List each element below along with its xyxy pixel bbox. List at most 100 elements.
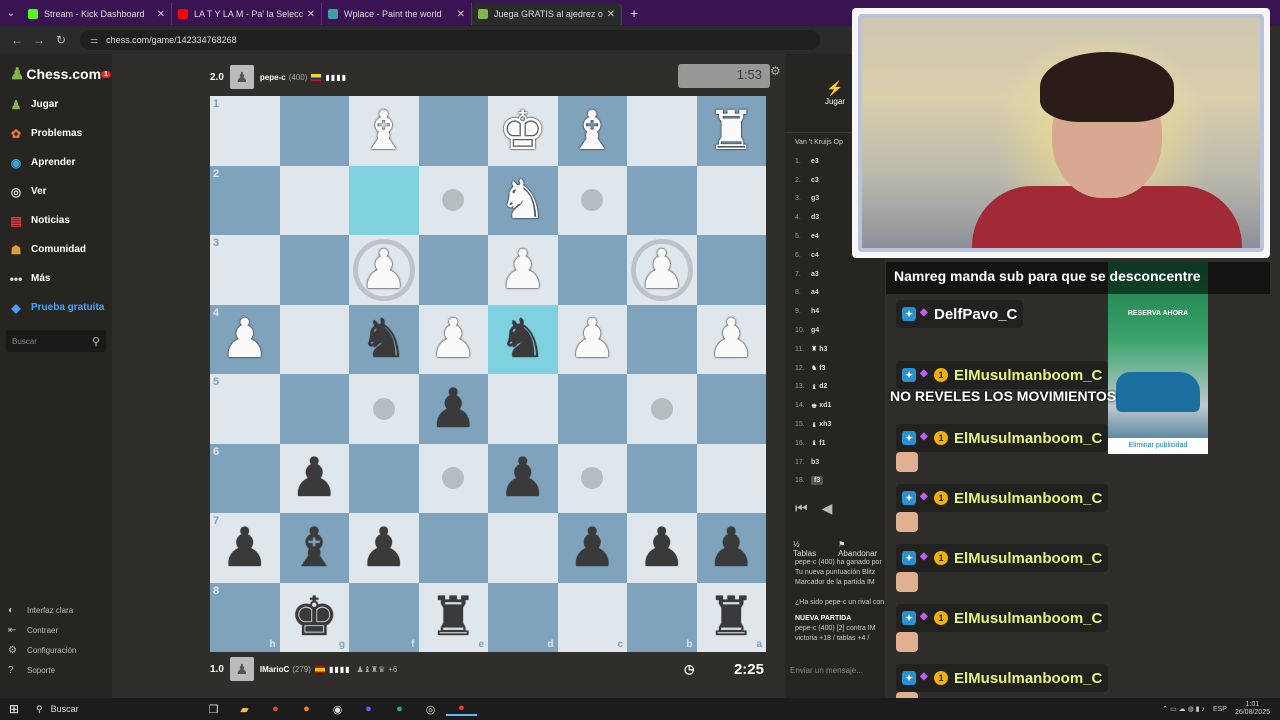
board-square[interactable]: ♜ <box>696 96 766 166</box>
forward-icon[interactable]: → <box>28 33 50 47</box>
board-square[interactable]: ♟ <box>696 513 766 583</box>
first-move-icon[interactable]: ⏮ <box>795 500 808 517</box>
taskbar-search[interactable]: ⚲ Buscar <box>28 704 198 715</box>
board-square[interactable] <box>627 374 697 444</box>
board-square[interactable] <box>349 165 419 235</box>
board-square[interactable] <box>696 443 766 513</box>
board-square[interactable]: e ♜ <box>418 582 488 652</box>
chat-username[interactable]: ElMusulmanboom_C <box>954 367 1102 384</box>
board-square[interactable] <box>418 235 488 305</box>
board-square[interactable] <box>279 96 349 166</box>
white-rook-piece[interactable]: ♜ <box>707 103 755 158</box>
board-square[interactable] <box>418 513 488 583</box>
board-square[interactable]: a ♜ <box>696 582 766 652</box>
chrome-active-icon[interactable]: ● <box>446 702 477 716</box>
black-pawn-piece[interactable]: ♟ <box>360 520 408 575</box>
chat-username[interactable]: ElMusulmanboom_C <box>954 670 1102 687</box>
chat-username[interactable]: ElMusulmanboom_C <box>954 550 1102 567</box>
board-square[interactable]: ♞ <box>349 304 419 374</box>
board-square[interactable]: ♝ <box>557 96 627 166</box>
move-row[interactable]: 13. ♝ d2 <box>785 378 885 397</box>
reload-icon[interactable]: ↻ <box>50 33 72 47</box>
browser-tab[interactable]: Juega GRATIS al ajedrez online ✕ <box>472 3 622 25</box>
sidebar-item-comunidad[interactable]: ☗ Comunidad <box>0 235 112 264</box>
board-square[interactable]: 6 <box>210 443 280 513</box>
board-square[interactable] <box>418 443 488 513</box>
move-row[interactable]: 14. ♚ xd1 <box>785 396 885 415</box>
move-row[interactable]: 12. ♞ f3 <box>785 359 885 378</box>
obs-icon[interactable]: ◉ <box>322 703 353 716</box>
task-view-icon[interactable]: ❐ <box>198 703 229 716</box>
move-row[interactable]: 7. a3 <box>785 265 885 284</box>
browser-icon[interactable]: ● <box>291 703 322 715</box>
sidebar-bottom-link[interactable]: ⚙ Configuración <box>0 640 112 660</box>
black-knight-piece[interactable]: ♞ <box>360 312 408 366</box>
board-square[interactable] <box>349 374 419 444</box>
sidebar-item-problemas[interactable]: ✿ Problemas <box>0 119 112 148</box>
board-square[interactable]: 5 <box>210 374 280 444</box>
board-square[interactable] <box>557 165 627 235</box>
board-square[interactable]: ♟ <box>418 304 488 374</box>
board-square[interactable]: ♟ <box>696 304 766 374</box>
board-square[interactable] <box>627 165 697 235</box>
black-pawn-piece[interactable]: ♟ <box>638 520 686 575</box>
prev-move-icon[interactable]: ◀ <box>822 500 833 517</box>
board-square[interactable] <box>557 235 627 305</box>
discord-icon[interactable]: ● <box>353 703 384 715</box>
bottom-player-avatar[interactable]: ♟ <box>229 657 254 681</box>
board-square[interactable]: ♟ <box>557 304 627 374</box>
board-square[interactable] <box>488 513 558 583</box>
white-pawn-piece[interactable]: ♟ <box>499 242 547 297</box>
move-hint-dot[interactable] <box>581 189 604 212</box>
tab-search-icon[interactable]: ⌄ <box>0 8 22 19</box>
top-player-avatar[interactable]: ♟ <box>229 65 254 89</box>
board-square[interactable]: ♟ <box>627 513 697 583</box>
file-explorer-icon[interactable]: ▰ <box>229 703 260 716</box>
move-row[interactable]: 16. ♝ f1 <box>785 434 885 453</box>
board-square[interactable]: ♟ <box>349 513 419 583</box>
chat-username[interactable]: ElMusulmanboom_C <box>954 610 1102 627</box>
chat-username[interactable]: ElMusulmanboom_C <box>954 490 1102 507</box>
move-row[interactable]: 9. h4 <box>785 302 885 321</box>
move-row[interactable]: 10. g4 <box>785 321 885 340</box>
board-square[interactable] <box>627 443 697 513</box>
url-field[interactable]: ⚌ chess.com/game/142334768268 <box>80 30 820 50</box>
white-pawn-piece[interactable]: ♟ <box>429 312 477 366</box>
white-knight-piece[interactable]: ♞ <box>499 173 547 227</box>
board-square[interactable] <box>279 374 349 444</box>
search-icon[interactable]: ⚲ <box>92 335 100 348</box>
board-square[interactable]: ♟ <box>557 513 627 583</box>
move-hint-dot[interactable] <box>372 397 395 420</box>
board-square[interactable]: ♞ <box>488 304 558 374</box>
new-tab-button[interactable]: + <box>622 5 646 21</box>
black-pawn-piece[interactable]: ♟ <box>221 520 269 575</box>
sidebar-item-más[interactable]: ••• Más <box>0 264 112 293</box>
tab-close-icon[interactable]: ✕ <box>607 9 615 20</box>
board-square[interactable]: 2 <box>210 165 280 235</box>
chess-logo[interactable]: ♟ Chess.com 1 <box>0 54 112 90</box>
board-square[interactable] <box>696 374 766 444</box>
gear-icon[interactable]: ⚙ <box>770 64 781 78</box>
sidebar-item-trial[interactable]: ◆ Prueba gratuita <box>0 293 112 322</box>
board-square[interactable]: 8h <box>210 582 280 652</box>
sidebar-bottom-link[interactable]: ? Soporte <box>0 660 112 680</box>
board-square[interactable] <box>488 374 558 444</box>
draw-button[interactable]: ½ Tablas <box>793 540 824 558</box>
black-pawn-piece[interactable]: ♟ <box>429 381 477 436</box>
language-indicator[interactable]: ESP <box>1213 706 1227 713</box>
board-square[interactable]: ♚ <box>488 96 558 166</box>
tab-close-icon[interactable]: ✕ <box>157 9 165 20</box>
tab-close-icon[interactable]: ✕ <box>307 9 315 20</box>
chat-username[interactable]: DelfPavo_C <box>934 306 1017 323</box>
sidebar-item-jugar[interactable]: ♟ Jugar <box>0 90 112 119</box>
back-icon[interactable]: ← <box>6 33 28 47</box>
board-square[interactable]: ♟ <box>418 374 488 444</box>
board-square[interactable] <box>557 374 627 444</box>
remove-ads-link[interactable]: Eliminar publicidad <box>1108 438 1208 454</box>
sidebar-item-aprender[interactable]: ◉ Aprender <box>0 148 112 177</box>
browser-tab[interactable]: Stream - Kick Dashboard ✕ <box>22 3 172 25</box>
sidebar-item-noticias[interactable]: ▤ Noticias <box>0 206 112 235</box>
move-hint-dot[interactable] <box>442 467 465 490</box>
white-pawn-piece[interactable]: ♟ <box>221 312 269 366</box>
board-square[interactable] <box>418 96 488 166</box>
